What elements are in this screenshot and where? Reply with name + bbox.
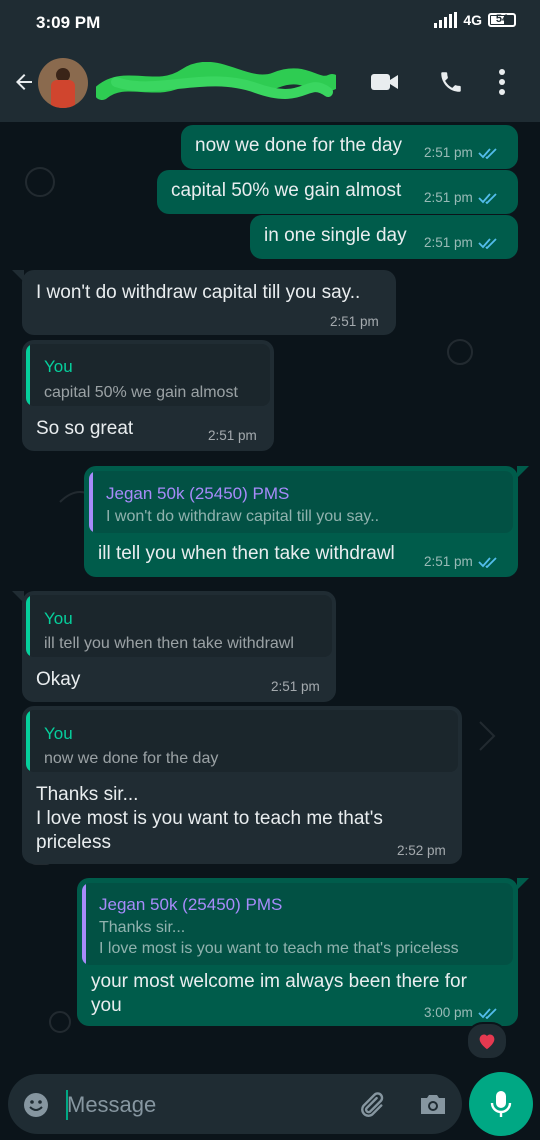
chat-area[interactable]: now we done for the day 2:51 pm capital … — [0, 122, 540, 1070]
chat-header — [0, 44, 540, 122]
reply-text: now we done for the day — [44, 750, 219, 767]
signal-icon — [434, 12, 458, 28]
message-time: 2:51 pm — [271, 679, 320, 694]
status-time: 3:09 PM — [36, 13, 101, 32]
emoji-icon[interactable] — [22, 1091, 50, 1124]
bubble-tail — [517, 466, 529, 478]
message-time: 2:51 pm — [424, 235, 473, 250]
message-bubble-incoming[interactable]: I won't do withdraw capital till you say… — [22, 270, 396, 335]
avatar[interactable] — [38, 58, 88, 108]
message-time: 2:51 pm — [330, 314, 379, 329]
microphone-button[interactable] — [469, 1072, 533, 1136]
message-meta: 3:00 pm — [424, 1005, 498, 1020]
message-bubble-outgoing[interactable]: in one single day 2:51 pm — [250, 215, 518, 259]
message-time: 3:00 pm — [424, 1005, 473, 1020]
message-text-line: I love most is you want to teach me that… — [36, 808, 383, 829]
message-bubble-outgoing[interactable]: now we done for the day 2:51 pm — [181, 125, 518, 169]
read-receipt-icon — [478, 237, 497, 249]
message-text: Okay — [36, 669, 81, 690]
message-time: 2:51 pm — [424, 190, 473, 205]
microphone-icon — [490, 1091, 512, 1117]
heart-icon — [479, 1034, 495, 1050]
message-meta: 2:51 pm — [424, 190, 498, 205]
voice-call-icon[interactable] — [438, 68, 464, 101]
message-placeholder: Message — [67, 1092, 157, 1117]
bubble-tail — [517, 878, 529, 890]
message-text-line: you — [91, 995, 122, 1016]
reply-text: ill tell you when then take withdrawl — [44, 635, 294, 652]
message-time: 2:51 pm — [208, 428, 257, 443]
message-text: ill tell you when then take withdrawl — [98, 543, 395, 564]
status-bar: 3:09 PM 4G 54 — [0, 0, 540, 44]
read-receipt-icon — [478, 192, 497, 204]
message-text: in one single day — [264, 225, 407, 246]
message-text: now we done for the day — [195, 135, 403, 156]
read-receipt-icon — [478, 1007, 497, 1019]
reply-sender: Jegan 50k (25450) PMS — [99, 895, 283, 914]
message-bubble-incoming[interactable]: You ill tell you when then take withdraw… — [22, 591, 336, 702]
read-receipt-icon — [478, 147, 497, 159]
message-meta: 2:51 pm — [424, 554, 498, 569]
contact-name-redaction[interactable] — [96, 62, 336, 104]
reply-text: capital 50% we gain almost — [44, 384, 238, 401]
message-text: So so great — [36, 418, 134, 439]
read-receipt-icon — [478, 556, 497, 568]
reply-quote[interactable]: You ill tell you when then take withdraw… — [26, 595, 332, 657]
message-text-line: your most welcome im always been there f… — [91, 971, 467, 992]
message-bubble-outgoing[interactable]: Jegan 50k (25450) PMS Thanks sir... I lo… — [77, 878, 518, 1026]
reply-text: I won't do withdraw capital till you say… — [106, 508, 380, 525]
message-time: 2:51 pm — [424, 554, 473, 569]
reply-quote[interactable]: You now we done for the day — [26, 710, 458, 772]
more-options-icon[interactable] — [498, 68, 506, 101]
message-meta: 2:51 pm — [424, 145, 498, 160]
heart-reaction[interactable] — [466, 1022, 508, 1060]
message-text: capital 50% we gain almost — [171, 180, 402, 201]
reply-sender: You — [44, 609, 73, 628]
status-indicators: 4G 54 — [434, 12, 516, 28]
message-bubble-incoming[interactable]: You capital 50% we gain almost So so gre… — [22, 340, 274, 451]
message-meta: 2:51 pm — [424, 235, 498, 250]
back-arrow-icon[interactable] — [12, 70, 36, 99]
message-time: 2:51 pm — [424, 145, 473, 160]
video-call-icon[interactable] — [370, 68, 400, 101]
reply-quote[interactable]: Jegan 50k (25450) PMS Thanks sir... I lo… — [82, 883, 513, 965]
composer-bar: Message — [0, 1070, 540, 1140]
reply-text-line: I love most is you want to teach me that… — [99, 940, 459, 957]
reply-quote[interactable]: You capital 50% we gain almost — [26, 344, 270, 406]
message-input[interactable]: Message — [8, 1074, 462, 1134]
attach-icon[interactable] — [356, 1090, 386, 1125]
message-bubble-outgoing[interactable]: Jegan 50k (25450) PMS I won't do withdra… — [84, 466, 518, 577]
message-bubble-incoming[interactable]: You now we done for the day Thanks sir..… — [22, 706, 462, 864]
battery-level: 54 — [495, 13, 509, 25]
message-text-line: priceless — [36, 832, 111, 853]
reply-sender: Jegan 50k (25450) PMS — [106, 484, 290, 503]
reply-quote[interactable]: Jegan 50k (25450) PMS I won't do withdra… — [89, 471, 513, 533]
message-time: 2:52 pm — [397, 843, 446, 858]
camera-icon[interactable] — [418, 1090, 448, 1123]
reply-text-line: Thanks sir... — [99, 919, 186, 936]
reply-sender: You — [44, 357, 73, 376]
message-bubble-outgoing[interactable]: capital 50% we gain almost 2:51 pm — [157, 170, 518, 214]
network-type: 4G — [463, 12, 482, 28]
reply-sender: You — [44, 724, 73, 743]
message-text-line: Thanks sir... — [36, 784, 139, 805]
message-text: I won't do withdraw capital till you say… — [36, 282, 361, 303]
battery-icon: 54 — [488, 13, 516, 27]
